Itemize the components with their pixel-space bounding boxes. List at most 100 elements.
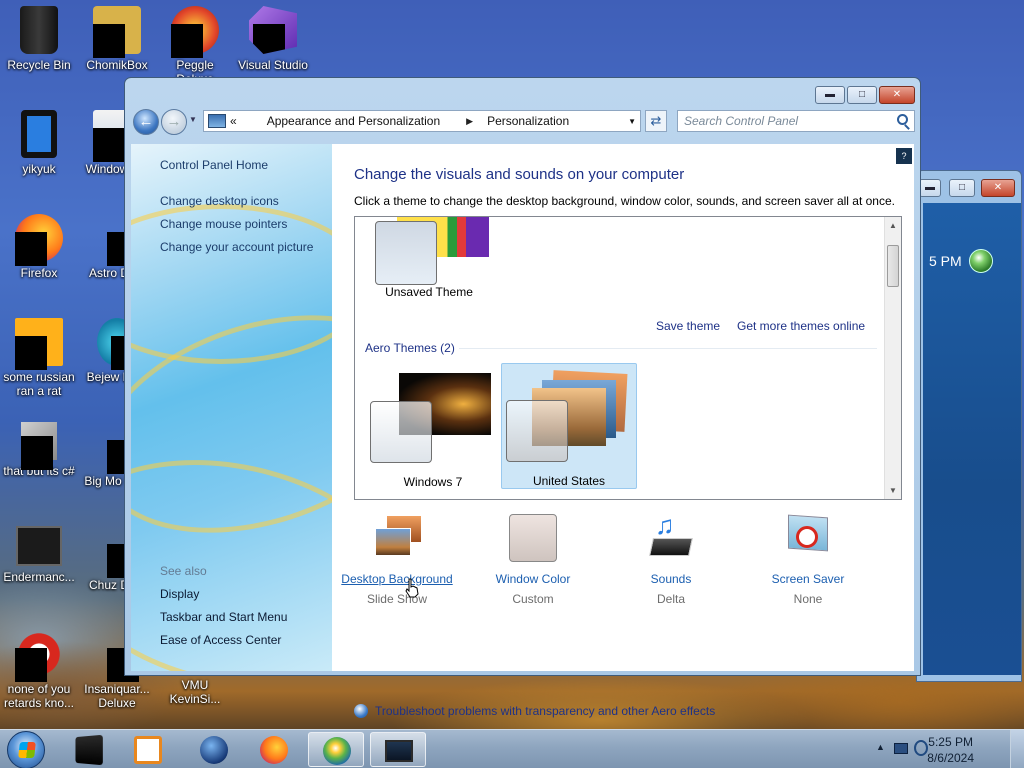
page-subtitle: Click a theme to change the desktop back… — [354, 194, 895, 208]
taskbar: ▲ 5:25 PM 8/6/2024 — [0, 729, 1024, 768]
media-player-icon — [134, 736, 162, 764]
window-color-tool[interactable]: Window Color Custom — [468, 514, 598, 606]
minimize-button[interactable]: ▬ — [815, 86, 845, 104]
ease-of-access-link[interactable]: Ease of Access Center — [160, 633, 281, 647]
back-window-time-text: 5 PM — [929, 253, 962, 269]
back-window-minimize-button[interactable]: ▬ — [919, 179, 941, 197]
clock-time: 5:25 PM — [928, 735, 973, 749]
scroll-up-icon[interactable]: ▲ — [889, 221, 897, 230]
background-window[interactable]: ▬ □ ✕ 5 PM — [916, 170, 1022, 682]
desktop-background-tool[interactable]: Desktop Background Slide Show — [332, 514, 462, 606]
windows-orb-icon — [969, 249, 993, 273]
taskbar-item-media-player[interactable] — [120, 732, 176, 767]
taskbar-item-terminal[interactable] — [60, 732, 116, 767]
taskbar-item-display[interactable] — [370, 732, 426, 767]
change-desktop-icons-link[interactable]: Change desktop icons — [160, 194, 279, 208]
back-window-close-button[interactable]: ✕ — [981, 179, 1015, 197]
show-desktop-button[interactable] — [1010, 730, 1024, 768]
desktop-icon-firefox[interactable]: Firefox — [0, 214, 78, 280]
maximize-button[interactable]: □ — [847, 86, 877, 104]
desktop-icon-none-of-you[interactable]: none of you retards kno... — [0, 630, 78, 710]
start-button[interactable] — [7, 731, 45, 768]
theme-list-scrollbar[interactable]: ▲ ▼ — [884, 217, 901, 499]
address-bar[interactable]: « Appearance and Personalization ▶ Perso… — [203, 110, 641, 132]
help-icon[interactable]: ? — [896, 148, 912, 164]
theme-list[interactable]: Unsaved Theme Save theme Get more themes… — [354, 216, 902, 500]
back-button[interactable]: ← — [133, 109, 159, 135]
scrollbar-thumb[interactable] — [887, 245, 899, 287]
theme-united-states-label: United States — [532, 474, 606, 488]
window-color-label[interactable]: Window Color — [468, 572, 598, 586]
theme-united-states[interactable]: United States — [501, 363, 637, 489]
desktop-background-label[interactable]: Desktop Background — [332, 572, 462, 586]
left-navigation-pane: Control Panel Home Change desktop icons … — [131, 144, 332, 671]
display-link[interactable]: Display — [160, 587, 199, 601]
theme-windows-7-label: Windows 7 — [403, 475, 463, 489]
desktop-icon-recycle-bin[interactable]: Recycle Bin — [0, 6, 78, 72]
back-window-maximize-button[interactable]: □ — [949, 179, 975, 197]
close-button[interactable]: ✕ — [879, 86, 915, 104]
desktop-icon-enderman[interactable]: Endermanc... — [0, 526, 78, 584]
yikyuk-icon — [21, 110, 57, 158]
forward-button[interactable]: → — [161, 109, 187, 135]
screen-saver-label[interactable]: Screen Saver — [743, 572, 873, 586]
taskbar-item-firefox[interactable] — [246, 732, 302, 767]
chomikbox-icon — [93, 6, 141, 58]
theme-unsaved[interactable]: Unsaved Theme — [361, 217, 497, 309]
scroll-down-icon[interactable]: ▼ — [889, 486, 897, 495]
desktop-icon-visual-studio[interactable]: Visual Studio — [234, 6, 312, 72]
navigation-bar: ← → ▼ « Appearance and Personalization ▶… — [131, 108, 915, 135]
clock-date: 8/6/2024 — [927, 751, 974, 765]
enderman-icon — [16, 526, 62, 566]
window-color-preview — [506, 400, 568, 462]
desktop-icon-peggle[interactable]: Peggle Deluxe — [156, 6, 234, 86]
window-color-icon — [509, 514, 557, 562]
clock[interactable]: 5:25 PM 8/6/2024 — [927, 734, 974, 766]
peggle-icon — [171, 6, 219, 58]
control-panel-window[interactable]: ▬ □ ✕ ← → ▼ « Appearance and Personaliza… — [124, 77, 921, 718]
breadcrumb-personalization[interactable]: Personalization — [487, 114, 569, 128]
photo-stack-front — [375, 528, 411, 556]
page-title: Change the visuals and sounds on your co… — [354, 166, 685, 183]
search-icon[interactable] — [897, 114, 908, 125]
theme-windows-7-preview — [365, 365, 501, 475]
theme-unsaved-preview — [361, 217, 497, 285]
change-account-picture-link[interactable]: Change your account picture — [160, 240, 313, 254]
control-panel-icon — [208, 114, 226, 128]
troubleshoot-aero-link[interactable]: Troubleshoot problems with transparency … — [354, 704, 715, 718]
taskbar-start-menu-link[interactable]: Taskbar and Start Menu — [160, 610, 287, 624]
refresh-button[interactable]: ⇄ — [645, 110, 667, 132]
network-icon[interactable] — [894, 743, 908, 754]
recent-pages-dropdown-icon[interactable]: ▼ — [189, 115, 197, 124]
terminal-icon — [75, 734, 103, 766]
recycle-bin-icon — [20, 6, 58, 54]
change-mouse-pointers-link[interactable]: Change mouse pointers — [160, 217, 287, 231]
volume-icon[interactable] — [914, 740, 928, 756]
firefox-icon — [15, 214, 63, 266]
search-input[interactable]: Search Control Panel — [677, 110, 915, 132]
control-panel-home-link[interactable]: Control Panel Home — [160, 158, 268, 172]
taskbar-item-globe[interactable] — [186, 732, 242, 767]
show-hidden-icons-icon[interactable]: ▲ — [876, 742, 885, 752]
get-more-themes-link[interactable]: Get more themes online — [737, 319, 865, 333]
breadcrumb-appearance[interactable]: Appearance and Personalization — [267, 114, 440, 128]
screen-saver-tool[interactable]: Screen Saver None — [743, 514, 873, 606]
theme-windows-7[interactable]: Windows 7 — [365, 365, 501, 489]
aero-themes-header: Aero Themes (2) — [365, 341, 455, 355]
desktop-icon-yikyuk[interactable]: yikyuk — [0, 110, 78, 176]
desktop-icon-russian-rat[interactable]: some russian ran a rat — [0, 318, 78, 398]
sounds-tool[interactable]: ♫ Sounds Delta — [606, 510, 736, 606]
desktop-icon-csharp[interactable]: that but its c# — [0, 422, 78, 478]
desktop-icon-vmu[interactable]: VMU KevinSi... — [156, 678, 234, 706]
save-theme-link[interactable]: Save theme — [656, 319, 720, 333]
taskbar-item-control-panel[interactable] — [308, 732, 364, 767]
hand-cursor-icon — [405, 578, 419, 598]
breadcrumb-arrow-icon[interactable]: ▶ — [466, 116, 473, 127]
address-dropdown-icon[interactable]: ▼ — [628, 117, 636, 126]
desktop-icon-chomikbox[interactable]: ChomikBox — [78, 6, 156, 72]
screen-saver-icon — [784, 514, 832, 562]
sounds-label[interactable]: Sounds — [606, 572, 736, 586]
address-root-chevron[interactable]: « — [230, 114, 237, 128]
theme-unsaved-label: Unsaved Theme — [385, 285, 473, 299]
troubleshoot-text[interactable]: Troubleshoot problems with transparency … — [375, 704, 715, 718]
